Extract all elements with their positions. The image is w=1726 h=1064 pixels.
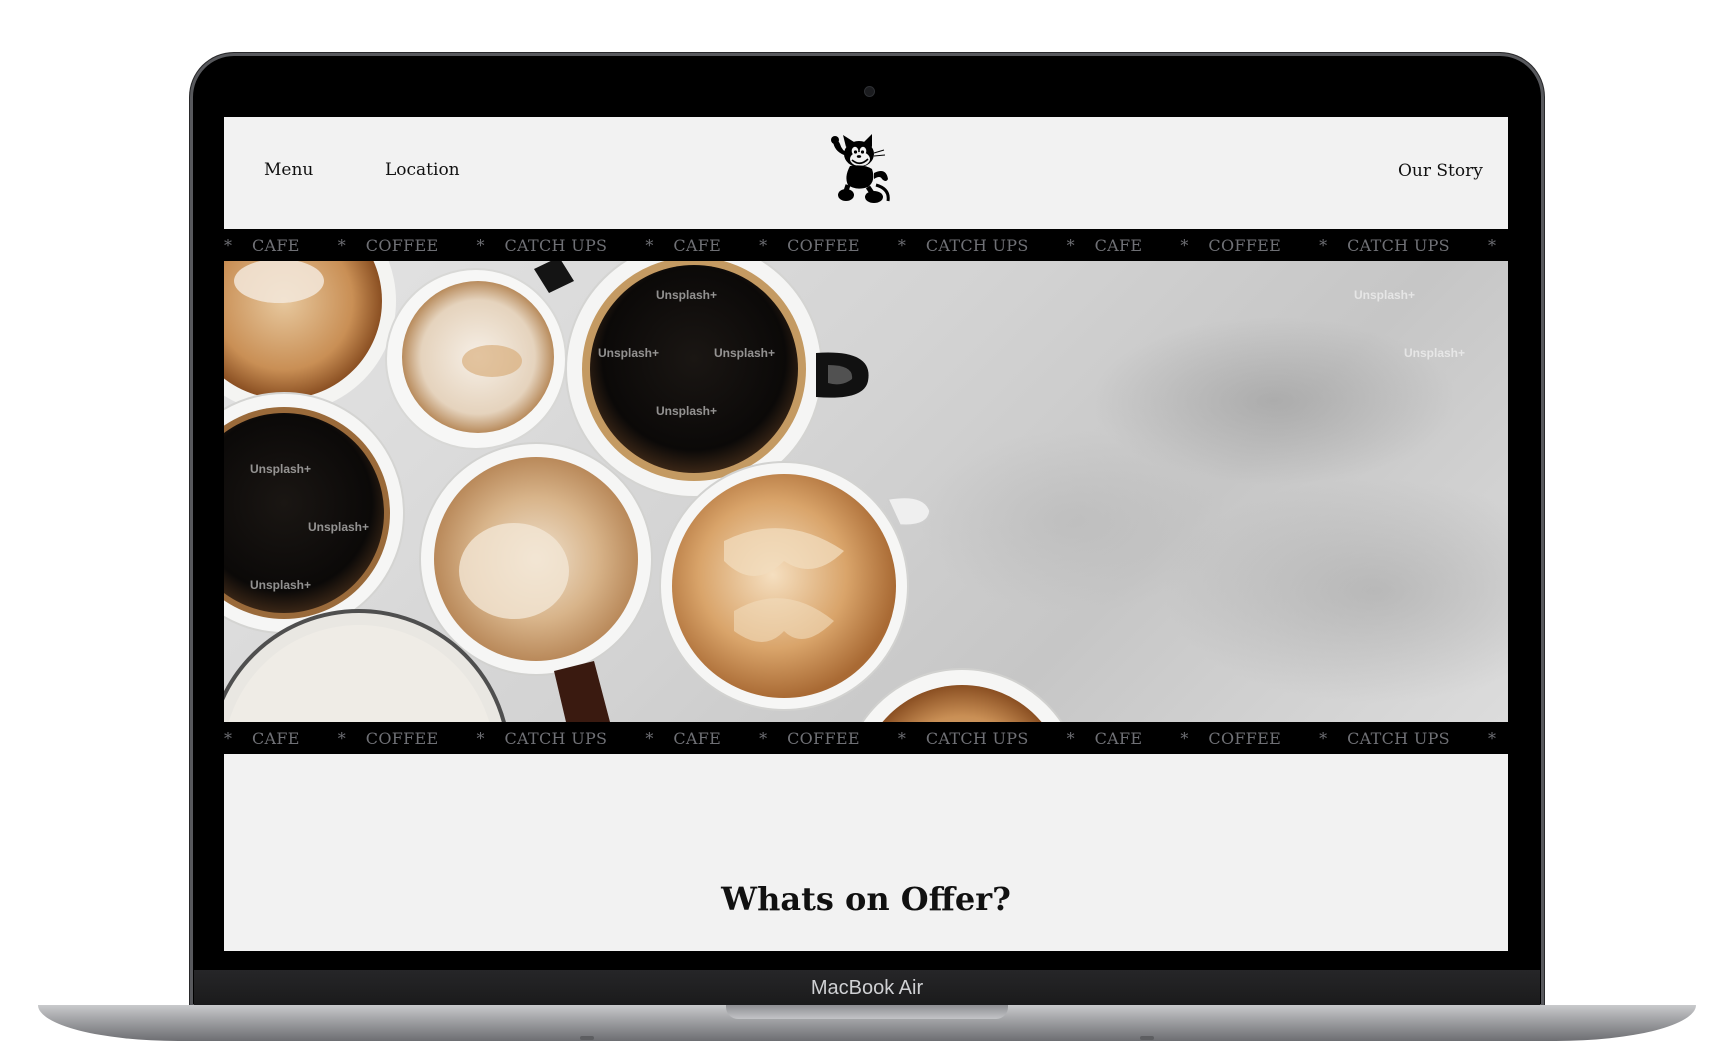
ticker-separator: * [645, 235, 654, 255]
laptop-hinge-notch [726, 1005, 1008, 1019]
watermark-text: Unsplash+ [714, 346, 775, 360]
laptop-foot [580, 1036, 594, 1040]
ticker-separator: * [1066, 728, 1075, 748]
ticker-word: CAFE [1094, 728, 1143, 748]
ticker-word: CATCH UPS [504, 728, 608, 748]
offer-section: Whats on Offer? [224, 754, 1508, 951]
watermark-text: Unsplash+ [1404, 346, 1465, 360]
ticker-word: CAFE [252, 235, 300, 255]
ticker-separator: * [224, 728, 232, 748]
ticker-separator: * [1066, 235, 1075, 255]
ticker-word: COFFEE [1208, 728, 1282, 748]
ticker-separator: * [897, 235, 906, 255]
ticker-separator: * [1319, 235, 1328, 255]
ticker-separator: * [1180, 728, 1189, 748]
webcam [864, 86, 875, 97]
nav-menu-link[interactable]: Menu [264, 160, 313, 180]
ticker-separator: * [1180, 235, 1189, 255]
ticker-top: * CAFE * COFFEE * CATCH UPS * CAFE * COFFEE * CATCH… [224, 229, 1508, 261]
watermark-text: Unsplash+ [1354, 288, 1415, 302]
ticker-separator: * [1487, 235, 1496, 255]
ticker-separator: * [897, 728, 906, 748]
ticker-separator: * [337, 728, 346, 748]
nav-location-link[interactable]: Location [385, 160, 460, 180]
ticker-separator: * [1319, 728, 1328, 748]
site-header: Menu Location Our Story [224, 117, 1508, 228]
ticker-word: COFFEE [365, 235, 439, 255]
website-screen: Menu Location Our Story * CAFE * COFFEE … [224, 117, 1508, 951]
ticker-separator: * [759, 235, 768, 255]
ticker-track: * CAFE * COFFEE * CATCH UPS * CAFE * COFFEE * CATCH… [224, 722, 1508, 754]
ticker-separator: * [476, 728, 485, 748]
laptop-foot [1140, 1036, 1154, 1040]
ticker-word: COFFEE [365, 728, 439, 748]
ticker-word: COFFEE [1208, 235, 1282, 255]
ticker-separator: * [224, 235, 232, 255]
watermark-text: Unsplash+ [656, 288, 717, 302]
ticker-word: CATCH UPS [504, 235, 608, 255]
ticker-separator: * [337, 235, 346, 255]
cat-logo-icon[interactable] [830, 133, 894, 205]
watermark-text: Unsplash+ [250, 462, 311, 476]
watermark-text: Unsplash+ [308, 520, 369, 534]
ticker-separator: * [476, 235, 485, 255]
ticker-bottom: * CAFE * COFFEE * CATCH UPS * CAFE * COFFEE * CATCH… [224, 722, 1508, 754]
ticker-word: CAFE [673, 728, 722, 748]
ticker-word: CAFE [1094, 235, 1143, 255]
ticker-word: CAFE [673, 235, 722, 255]
hero-coffee-image: Unsplash+ Unsplash+ Unsplash+ Unsplash+ … [224, 261, 1508, 722]
ticker-word: COFFEE [787, 235, 860, 255]
ticker-separator: * [759, 728, 768, 748]
ticker-word: CATCH UPS [925, 728, 1029, 748]
ticker-separator: * [1487, 728, 1496, 748]
ticker-separator: * [645, 728, 654, 748]
watermark-text: Unsplash+ [598, 346, 659, 360]
ticker-word: COFFEE [787, 728, 860, 748]
ticker-word: CAFE [252, 728, 300, 748]
laptop-chin: MacBook Air [194, 970, 1540, 1006]
ticker-word: CATCH UPS [1347, 235, 1450, 255]
ticker-track: * CAFE * COFFEE * CATCH UPS * CAFE * COFFEE * CATCH… [224, 229, 1508, 261]
coffee-cups-illustration: Unsplash+ Unsplash+ Unsplash+ Unsplash+ … [224, 261, 1465, 722]
ticker-word: CATCH UPS [925, 235, 1029, 255]
ticker-word: CATCH UPS [1347, 728, 1450, 748]
watermark-text: Unsplash+ [250, 578, 311, 592]
watermark-text: Unsplash+ [656, 404, 717, 418]
nav-our-story-link[interactable]: Our Story [1398, 161, 1483, 181]
offer-heading: Whats on Offer? [721, 880, 1011, 918]
device-label: MacBook Air [810, 976, 924, 999]
